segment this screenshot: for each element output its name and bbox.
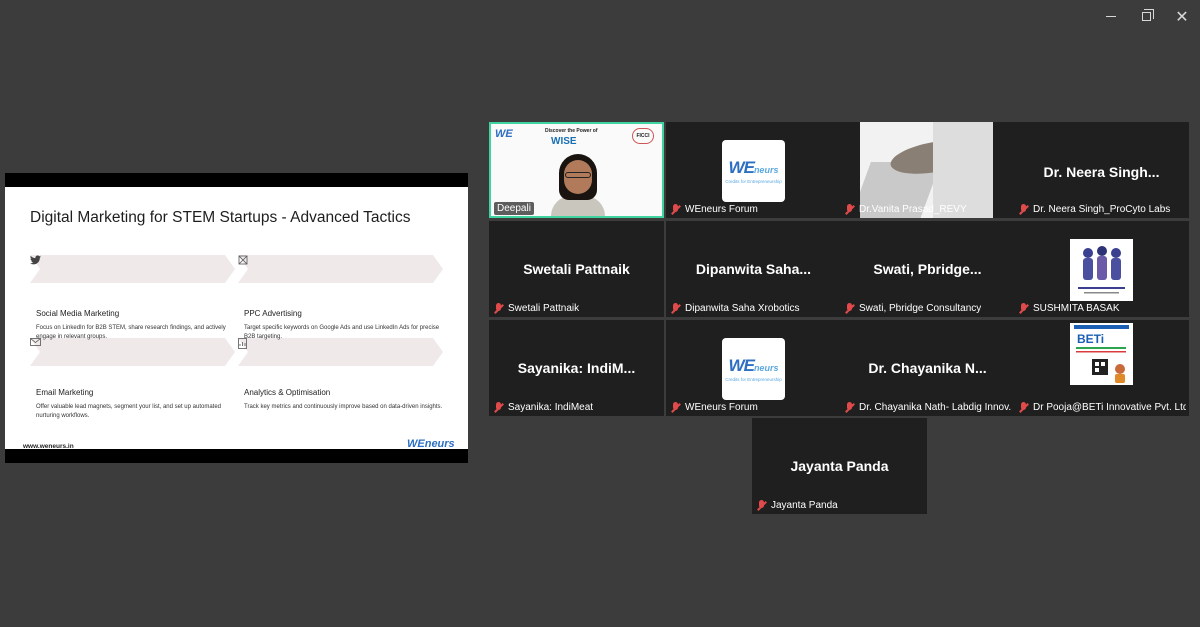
participant-name: Dr. Neera Singh... — [1043, 164, 1160, 180]
section-banner — [30, 255, 235, 283]
mic-muted-icon — [756, 500, 767, 511]
section-text: Track key metrics and continuously impro… — [244, 404, 443, 410]
mic-muted-icon — [1018, 204, 1029, 215]
section-banner — [238, 255, 443, 283]
participant-name: Swati, Pbridge... — [873, 261, 982, 277]
participant-name: Swetali Pattnaik — [523, 261, 630, 277]
participant-tile[interactable]: WEneurs Credits for Entrepreneurship WEn… — [666, 122, 841, 218]
participant-tile[interactable]: Swetali Pattnaik Swetali Pattnaik — [489, 221, 664, 317]
participant-tile[interactable]: Sayanika: IndiM... Sayanika: IndiMeat — [489, 320, 664, 416]
wise-banner-title: Discover the Power of — [545, 128, 598, 134]
participant-label: Dr. Neera Singh_ProCyto Labs — [1018, 204, 1170, 215]
minimize-icon — [1106, 15, 1116, 17]
speaker-video — [551, 154, 605, 216]
participant-tile[interactable]: Swati, Pbridge... Swati, Pbridge Consult… — [840, 221, 1015, 317]
participant-tile[interactable]: Dr. Chayanika N... Dr. Chayanika Nath- L… — [840, 320, 1015, 416]
minimize-button[interactable] — [1101, 6, 1121, 26]
participant-label: Sayanika: IndiMeat — [493, 402, 593, 413]
participant-label: Swetali Pattnaik — [493, 303, 579, 314]
close-icon: ✕ — [1175, 6, 1189, 26]
participant-label: Dr.Vanita Prasad_REVY — [844, 204, 967, 215]
group-photo-avatar — [1070, 239, 1133, 301]
participant-tile[interactable]: WEneurs Credits for Entrepreneurship WEn… — [666, 320, 841, 416]
twitter-icon — [30, 255, 235, 283]
mic-muted-icon — [844, 402, 855, 413]
mic-muted-icon — [493, 402, 504, 413]
participant-tile[interactable]: Dipanwita Saha... Dipanwita Saha Xroboti… — [666, 221, 841, 317]
mic-muted-icon — [1018, 303, 1029, 314]
ficci-logo: FICCI — [632, 128, 654, 144]
participant-label: Swati, Pbridge Consultancy — [844, 303, 981, 314]
mic-muted-icon — [844, 303, 855, 314]
mail-icon — [30, 338, 235, 366]
section-heading: Social Media Marketing — [36, 309, 120, 318]
participant-name: Sayanika: IndiM... — [517, 360, 636, 376]
participant-name: Dipanwita Saha... — [695, 261, 812, 277]
mouse-pointer-icon — [238, 255, 443, 283]
participant-tile[interactable]: Dr. Neera Singh... Dr. Neera Singh_ProCy… — [1014, 122, 1189, 218]
section-banner — [238, 338, 443, 366]
section-text: Target specific keywords on Google Ads a… — [244, 325, 440, 340]
restore-icon — [1141, 8, 1154, 21]
weneurs-avatar: WEneurs Credits for Entrepreneurship — [722, 338, 785, 400]
participant-tile[interactable]: Dr.Vanita Prasad_REVY — [840, 122, 1015, 218]
participant-tile[interactable]: BETi Dr Pooja@BETi Innovative Pvt. Ltd. — [1014, 320, 1189, 416]
participant-tile[interactable]: SUSHMITA BASAK — [1014, 221, 1189, 317]
weneurs-avatar: WEneurs Credits for Entrepreneurship — [722, 140, 785, 202]
mic-muted-icon — [844, 204, 855, 215]
weneurs-logo: WE — [495, 128, 513, 140]
slide-title: Digital Marketing for STEM Startups - Ad… — [30, 209, 411, 226]
mic-muted-icon — [670, 402, 681, 413]
participant-name: Dr. Chayanika N... — [868, 360, 987, 376]
section-heading: Email Marketing — [36, 388, 94, 397]
section-heading: Analytics & Optimisation — [244, 388, 331, 397]
section-heading: PPC Advertising — [244, 309, 302, 318]
participant-label: Dr. Chayanika Nath- Labdig Innov... — [844, 402, 1012, 413]
participant-tile-active-speaker[interactable]: WE Discover the Power of WISE FICCI Deep… — [489, 122, 664, 218]
section-text: Offer valuable lead magnets, segment you… — [36, 404, 221, 419]
participant-label: WEneurs Forum — [670, 402, 758, 413]
slide-logo: WEneurs — [407, 438, 455, 450]
mic-muted-icon — [670, 204, 681, 215]
mic-muted-icon — [670, 303, 681, 314]
section-text: Focus on LinkedIn for B2B STEM, share re… — [36, 325, 226, 340]
participant-label: Dr Pooja@BETi Innovative Pvt. Ltd. — [1018, 402, 1186, 413]
section-banner — [30, 338, 235, 366]
participant-name: Jayanta Panda — [790, 458, 889, 474]
participant-label: Jayanta Panda — [756, 500, 838, 511]
shared-screen: Digital Marketing for STEM Startups - Ad… — [5, 173, 468, 463]
mic-muted-icon — [1018, 402, 1029, 413]
presentation-slide: Digital Marketing for STEM Startups - Ad… — [5, 187, 468, 450]
chart-icon — [238, 338, 443, 366]
close-button[interactable]: ✕ — [1172, 6, 1192, 26]
participant-label: Deepali — [494, 202, 534, 215]
participant-label: WEneurs Forum — [670, 204, 758, 215]
participant-label: Dipanwita Saha Xrobotics — [670, 303, 800, 314]
participant-tile[interactable]: Jayanta Panda Jayanta Panda — [752, 418, 927, 514]
beti-avatar: BETi — [1070, 323, 1133, 385]
wise-banner-word: WISE — [551, 136, 577, 147]
restore-button[interactable] — [1136, 6, 1156, 26]
mic-muted-icon — [493, 303, 504, 314]
beti-logo-text: BETi — [1077, 332, 1104, 346]
slide-url: www.weneurs.in — [23, 443, 74, 450]
participant-label: SUSHMITA BASAK — [1018, 303, 1120, 314]
